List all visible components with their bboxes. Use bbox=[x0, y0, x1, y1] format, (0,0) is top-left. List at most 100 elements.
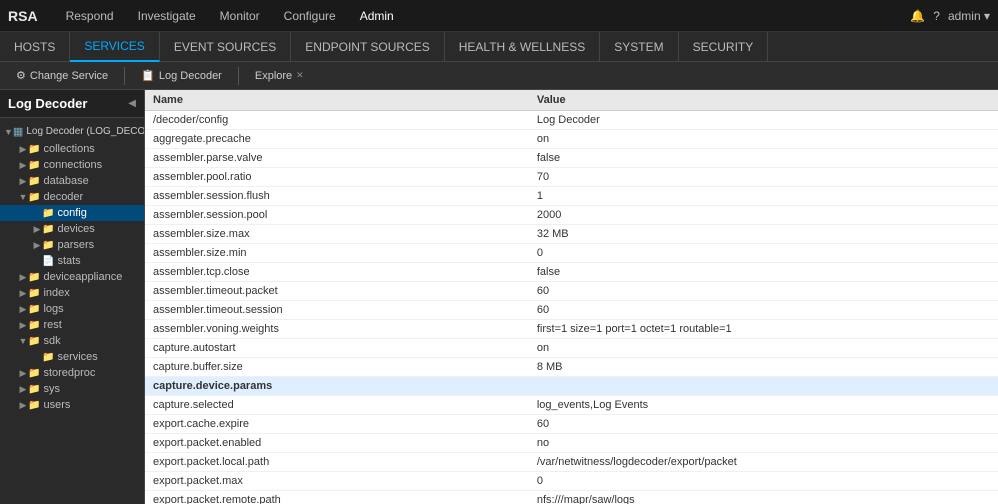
tree-item-log-decoder-root[interactable]: ▼ ▦ Log Decoder (LOG_DECODER) bbox=[0, 122, 144, 141]
log-decoder-label: Log Decoder bbox=[159, 70, 222, 82]
cell-name: export.cache.expire bbox=[145, 415, 529, 434]
tree-item-sdk[interactable]: ▼ 📁 sdk bbox=[0, 333, 144, 349]
table-row[interactable]: assembler.session.flush1 bbox=[145, 187, 998, 206]
nav-event-sources[interactable]: EVENT SOURCES bbox=[160, 32, 291, 62]
help-icon[interactable]: ? bbox=[933, 9, 940, 23]
tree-item-collections[interactable]: ▶ 📁 collections bbox=[0, 141, 144, 157]
cell-name: /decoder/config bbox=[145, 111, 529, 130]
table-row[interactable]: assembler.timeout.packet60 bbox=[145, 282, 998, 301]
cell-name: assembler.voning.weights bbox=[145, 320, 529, 339]
nav-hosts[interactable]: HOSTS bbox=[0, 32, 70, 62]
expand-icon: ▶ bbox=[18, 368, 28, 379]
cell-value: 60 bbox=[529, 301, 998, 320]
cell-value: on bbox=[529, 130, 998, 149]
tree-label-storedproc: storedproc bbox=[43, 367, 95, 379]
nav-system[interactable]: SYSTEM bbox=[600, 32, 678, 62]
tree-item-parsers[interactable]: ▶ 📁 parsers bbox=[0, 237, 144, 253]
cell-name: capture.autostart bbox=[145, 339, 529, 358]
tree-label-root: Log Decoder (LOG_DECODER) bbox=[26, 126, 145, 137]
column-name: Name bbox=[145, 90, 529, 111]
nav-respond[interactable]: Respond bbox=[54, 0, 126, 32]
expand-icon: ▶ bbox=[18, 384, 28, 395]
tree-item-rest[interactable]: ▶ 📁 rest bbox=[0, 317, 144, 333]
nav-security[interactable]: SECURITY bbox=[679, 32, 769, 62]
explore-button[interactable]: Explore ✕ bbox=[247, 65, 312, 87]
nav-endpoint-sources[interactable]: ENDPOINT SOURCES bbox=[291, 32, 444, 62]
table-row[interactable]: capture.buffer.size8 MB bbox=[145, 358, 998, 377]
table-row[interactable]: assembler.size.max32 MB bbox=[145, 225, 998, 244]
table-row[interactable]: aggregate.precacheon bbox=[145, 130, 998, 149]
table-row[interactable]: export.packet.local.path/var/netwitness/… bbox=[145, 453, 998, 472]
cell-name: assembler.pool.ratio bbox=[145, 168, 529, 187]
cell-value: false bbox=[529, 263, 998, 282]
cell-name: export.packet.remote.path bbox=[145, 491, 529, 504]
sidebar-header: Log Decoder ◀ bbox=[0, 90, 144, 118]
tree-label-connections: connections bbox=[43, 159, 102, 171]
cell-name: export.packet.max bbox=[145, 472, 529, 491]
tree-item-stats[interactable]: 📄 stats bbox=[0, 253, 144, 269]
expand-icon: ▶ bbox=[32, 224, 42, 235]
nav-monitor[interactable]: Monitor bbox=[208, 0, 272, 32]
cell-value: 8 MB bbox=[529, 358, 998, 377]
expand-icon: ▶ bbox=[18, 176, 28, 187]
nav-configure[interactable]: Configure bbox=[272, 0, 348, 32]
notifications-icon[interactable]: 🔔 bbox=[910, 9, 925, 23]
toolbar-separator-2 bbox=[238, 67, 239, 85]
table-row[interactable]: capture.autostarton bbox=[145, 339, 998, 358]
table-row[interactable]: export.packet.remote.pathnfs:///mapr/saw… bbox=[145, 491, 998, 504]
tree-item-devices[interactable]: ▶ 📁 devices bbox=[0, 221, 144, 237]
tree-item-database[interactable]: ▶ 📁 database bbox=[0, 173, 144, 189]
cell-value: 1 bbox=[529, 187, 998, 206]
table-row[interactable]: assembler.pool.ratio70 bbox=[145, 168, 998, 187]
folder-icon: 📁 bbox=[28, 400, 40, 411]
cell-value bbox=[529, 377, 998, 396]
tree-item-storedproc[interactable]: ▶ 📁 storedproc bbox=[0, 365, 144, 381]
table-row[interactable]: assembler.size.min0 bbox=[145, 244, 998, 263]
data-table-container[interactable]: Name Value /decoder/configLog Decoderagg… bbox=[145, 90, 998, 504]
folder-icon: 📁 bbox=[28, 160, 40, 171]
log-decoder-button[interactable]: 📋 Log Decoder bbox=[133, 65, 230, 87]
cell-name: capture.device.params bbox=[145, 377, 529, 396]
cell-value: /var/netwitness/logdecoder/export/packet bbox=[529, 453, 998, 472]
tree-item-logs[interactable]: ▶ 📁 logs bbox=[0, 301, 144, 317]
cell-value: Log Decoder bbox=[529, 111, 998, 130]
change-service-button[interactable]: ⚙ Change Service bbox=[8, 65, 116, 87]
explore-close-icon: ✕ bbox=[296, 70, 304, 81]
table-row[interactable]: capture.device.params bbox=[145, 377, 998, 396]
toolbar-separator-1 bbox=[124, 67, 125, 85]
cell-name: capture.selected bbox=[145, 396, 529, 415]
table-row[interactable]: export.packet.max0 bbox=[145, 472, 998, 491]
tree-item-decoder[interactable]: ▼ 📁 decoder bbox=[0, 189, 144, 205]
cell-value: false bbox=[529, 149, 998, 168]
tree-label-rest: rest bbox=[43, 319, 61, 331]
nav-health-wellness[interactable]: HEALTH & WELLNESS bbox=[445, 32, 600, 62]
sidebar-title: Log Decoder bbox=[8, 96, 87, 111]
tree-item-sys[interactable]: ▶ 📁 sys bbox=[0, 381, 144, 397]
tree-item-services[interactable]: 📁 services bbox=[0, 349, 144, 365]
nav-admin[interactable]: Admin bbox=[348, 0, 406, 32]
tree-item-users[interactable]: ▶ 📁 users bbox=[0, 397, 144, 413]
tree-item-connections[interactable]: ▶ 📁 connections bbox=[0, 157, 144, 173]
table-row[interactable]: capture.selectedlog_events,Log Events bbox=[145, 396, 998, 415]
user-menu[interactable]: admin ▾ bbox=[948, 9, 990, 23]
cell-name: assembler.size.min bbox=[145, 244, 529, 263]
tree-item-deviceappliance[interactable]: ▶ 📁 deviceappliance bbox=[0, 269, 144, 285]
table-row[interactable]: /decoder/configLog Decoder bbox=[145, 111, 998, 130]
tree-item-config[interactable]: 📁 config bbox=[0, 205, 144, 221]
nav-investigate[interactable]: Investigate bbox=[126, 0, 208, 32]
cell-name: assembler.session.flush bbox=[145, 187, 529, 206]
table-row[interactable]: assembler.session.pool2000 bbox=[145, 206, 998, 225]
sidebar-collapse-button[interactable]: ◀ bbox=[128, 98, 136, 109]
expand-icon: ▶ bbox=[18, 144, 28, 155]
nav-services[interactable]: SERVICES bbox=[70, 32, 159, 62]
table-row[interactable]: export.packet.enabledno bbox=[145, 434, 998, 453]
table-row[interactable]: assembler.timeout.session60 bbox=[145, 301, 998, 320]
table-row[interactable]: assembler.tcp.closefalse bbox=[145, 263, 998, 282]
table-row[interactable]: assembler.voning.weightsfirst=1 size=1 p… bbox=[145, 320, 998, 339]
tree-label-index: index bbox=[43, 287, 69, 299]
tree-label-collections: collections bbox=[43, 143, 94, 155]
table-row[interactable]: assembler.parse.valvefalse bbox=[145, 149, 998, 168]
table-row[interactable]: export.cache.expire60 bbox=[145, 415, 998, 434]
tree-item-index[interactable]: ▶ 📁 index bbox=[0, 285, 144, 301]
tree-label-services: services bbox=[57, 351, 97, 363]
